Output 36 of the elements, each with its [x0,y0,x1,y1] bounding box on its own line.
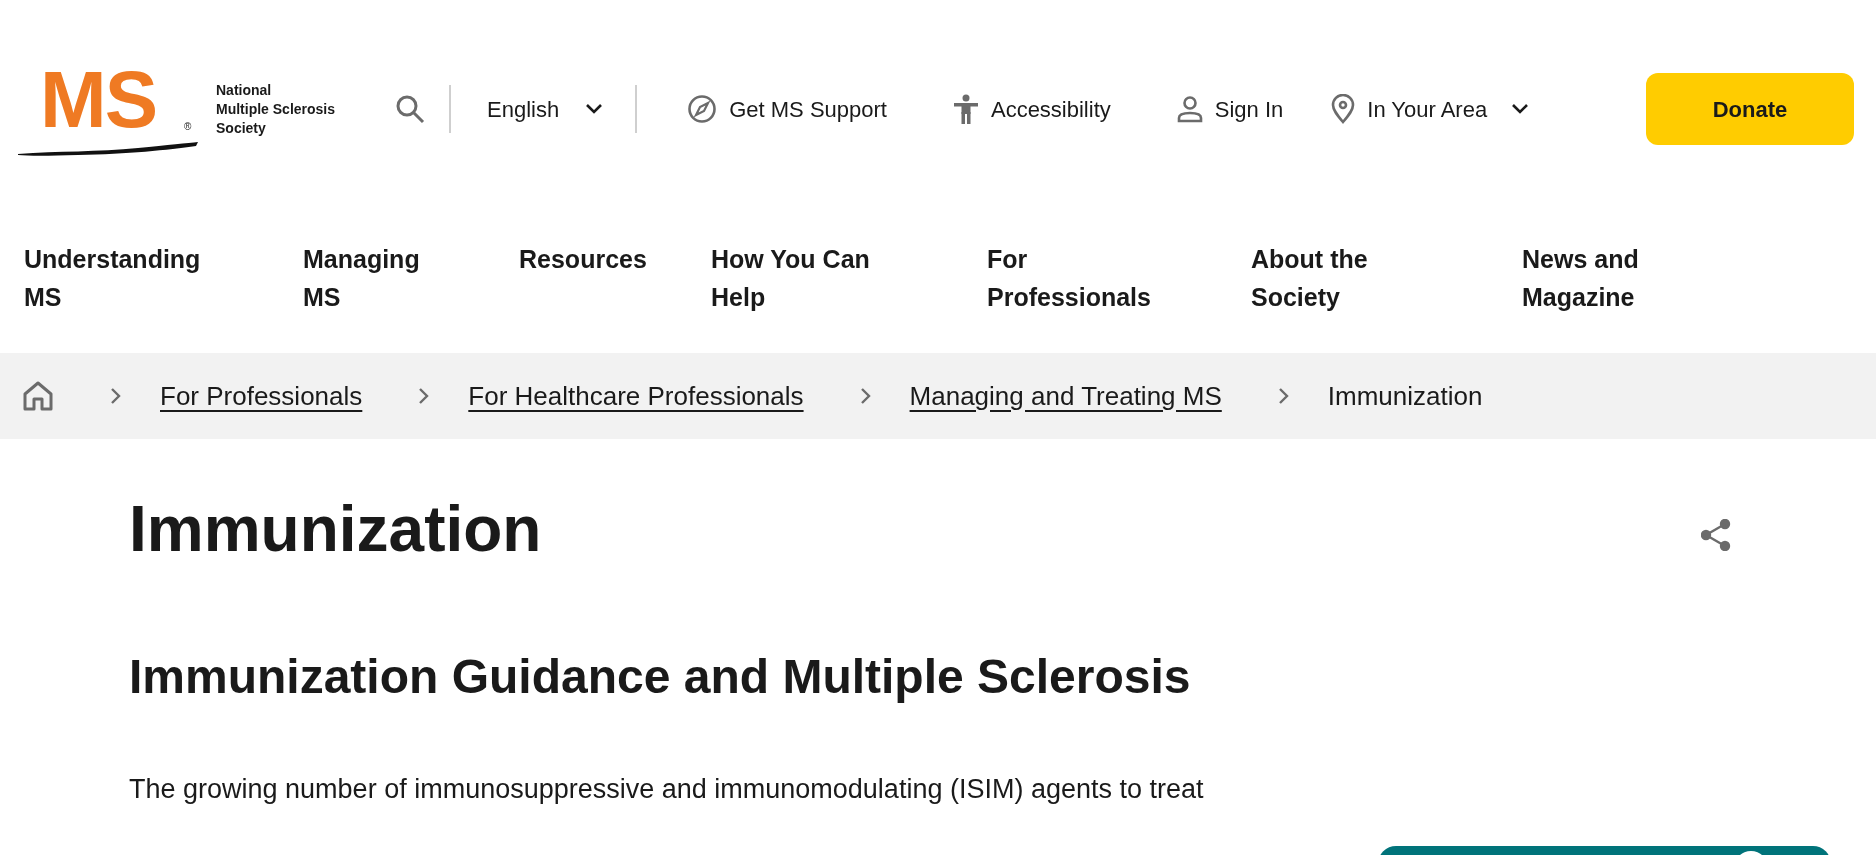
breadcrumb-link[interactable]: For Professionals [160,376,363,416]
page-title: Immunization [129,492,542,567]
brush-stroke-icon [18,142,198,156]
header-link[interactable]: Get MS Support [687,92,887,126]
nav-item[interactable]: For Professionals [987,240,1187,316]
search-icon[interactable] [395,94,426,124]
share-icon[interactable] [1701,519,1731,551]
breadcrumb-link[interactable]: For Healthcare Professionals [468,376,804,416]
nav-item[interactable]: Resources [519,240,647,278]
header-link[interactable]: Accessibility [952,92,1111,126]
breadcrumb-current: Immunization [1327,379,1483,413]
chevron-right-icon [418,387,431,405]
header-link[interactable]: Sign In [1176,92,1284,126]
chevron-right-icon [110,387,122,405]
home-icon[interactable] [22,380,54,412]
chevron-right-icon [1277,387,1290,405]
accessibility-icon [952,94,979,124]
header-link[interactable]: In Your Area [1331,92,1530,126]
organization-name: National Multiple Sclerosis Society [216,80,336,138]
chevron-down-icon [1511,103,1530,115]
section-heading: Immunization Guidance and Multiple Sclerosis [129,649,1192,705]
language-selector[interactable]: English [487,92,604,126]
breadcrumb-link[interactable]: Managing and Treating MS [909,376,1222,416]
chevron-right-icon [859,387,872,405]
donate-button[interactable]: Donate [1646,73,1854,145]
nav-item[interactable]: News and Magazine [1522,240,1722,316]
nav-item[interactable]: How You Can Help [711,240,911,316]
body-paragraph: The growing number of immunosuppressive and immunomodulating (ISIM) agents to treat [129,773,1205,806]
person-icon [1176,95,1203,123]
nav-item[interactable]: Understanding MS [24,240,224,316]
nav-item[interactable]: About the Society [1251,240,1451,316]
registered-mark: ® [184,122,192,132]
compass-icon [687,94,718,124]
nav-item[interactable]: Managing MS [303,240,433,316]
location-pin-icon [1331,94,1356,124]
chevron-down-icon [585,103,604,115]
